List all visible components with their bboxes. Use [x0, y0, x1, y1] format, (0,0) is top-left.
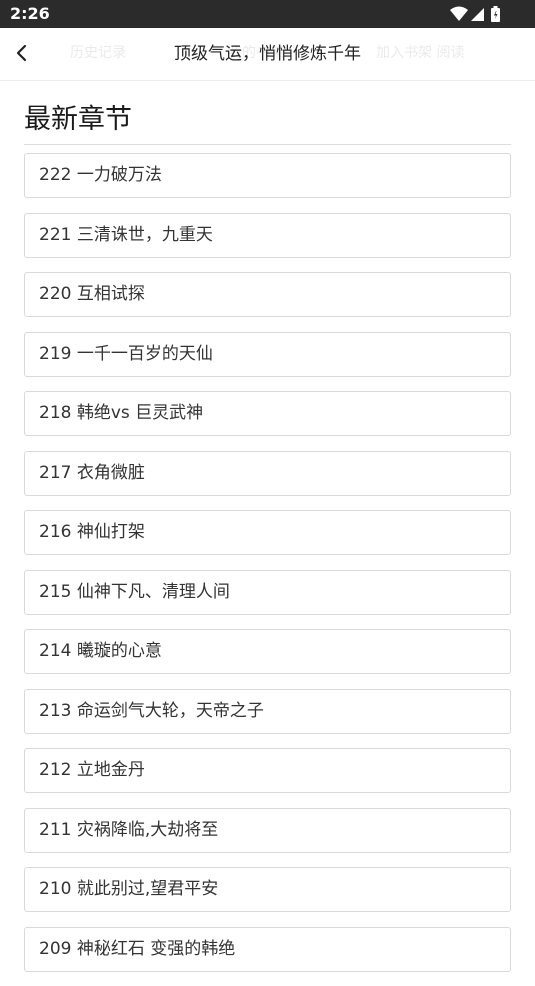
status-bar: 2:26 — [0, 0, 535, 28]
chapter-item[interactable]: 218 韩绝vs 巨灵武神 — [24, 391, 511, 436]
chevron-left-icon — [16, 44, 27, 62]
chapter-item[interactable]: 220 互相试探 — [24, 272, 511, 317]
faded-background-text: 我的书架 — [228, 45, 284, 61]
header-bar: 历史记录 我的书架 加入书架 阅读 顶级气运，悄悄修炼千年 — [0, 28, 535, 81]
chapter-item[interactable]: 212 立地金丹 — [24, 748, 511, 793]
chapter-item[interactable]: 222 一力破万法 — [24, 153, 511, 198]
chapter-item[interactable]: 213 命运剑气大轮，天帝之子 — [24, 688, 511, 734]
chapter-item[interactable]: 211 灾祸降临,大劫将至 — [24, 807, 511, 853]
chapter-item[interactable]: 209 神秘红石 变强的韩绝 — [24, 926, 511, 972]
chapter-item[interactable]: 210 就此别过,望君平安 — [24, 867, 511, 912]
chapter-item[interactable]: 215 仙神下凡、清理人间 — [24, 569, 511, 615]
back-button[interactable] — [10, 38, 38, 68]
faded-background-text: 历史记录 — [70, 45, 126, 61]
section-heading: 最新章节 — [24, 104, 132, 135]
chapter-item[interactable]: 221 三清诛世，九重天 — [24, 212, 511, 258]
section-divider — [24, 144, 511, 145]
faded-background-text: 加入书架 阅读 — [376, 45, 465, 61]
chapter-item[interactable]: 217 衣角微脏 — [24, 450, 511, 496]
status-icons — [449, 5, 505, 23]
battery-icon — [491, 6, 500, 22]
chapter-item[interactable]: 216 神仙打架 — [24, 510, 511, 555]
chapter-item[interactable]: 214 曦璇的心意 — [24, 629, 511, 674]
wifi-icon — [450, 6, 468, 21]
chapter-item[interactable]: 219 一千一百岁的天仙 — [24, 331, 511, 377]
chapter-list: 222 一力破万法 221 三清诛世，九重天 220 互相试探 219 一千一百… — [24, 153, 511, 986]
cellular-signal-icon — [471, 8, 484, 21]
status-time: 2:26 — [10, 4, 50, 23]
